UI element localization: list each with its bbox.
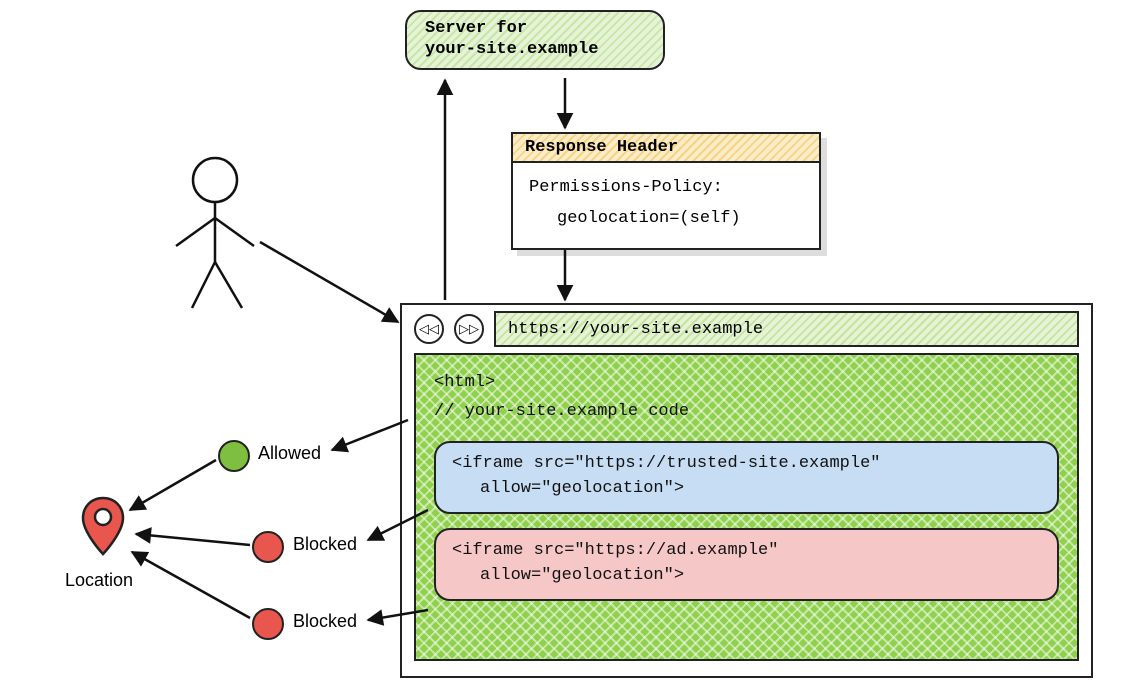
iframe-trusted-line-1: <iframe src="https://trusted-site.exampl… [452, 451, 1041, 477]
iframe-ad-line-2: allow="geolocation"> [452, 563, 1041, 589]
status-label-allowed: Allowed [258, 443, 321, 464]
address-bar-text: https://your-site.example [508, 320, 763, 339]
code-html-open: <html> [434, 369, 1059, 398]
response-header-line-2: geolocation=(self) [529, 204, 803, 235]
response-header-line-1: Permissions-Policy: [529, 173, 803, 204]
status-dot-allowed [218, 440, 250, 472]
browser-window: ◁◁ ▷▷ https://your-site.example <html> /… [400, 303, 1093, 678]
browser-toolbar: ◁◁ ▷▷ https://your-site.example [402, 305, 1091, 353]
forward-button[interactable]: ▷▷ [454, 314, 484, 344]
address-bar[interactable]: https://your-site.example [494, 311, 1079, 347]
iframe-ad-box: <iframe src="https://ad.example" allow="… [434, 528, 1059, 601]
location-pin-icon [80, 496, 126, 556]
back-button[interactable]: ◁◁ [414, 314, 444, 344]
status-label-blocked-1: Blocked [293, 534, 357, 555]
browser-viewport: <html> // your-site.example code <iframe… [414, 353, 1079, 661]
server-box: Server for your-site.example [405, 10, 665, 70]
code-comment: // your-site.example code [434, 398, 1059, 427]
response-header-panel: Response Header Permissions-Policy: geol… [511, 132, 821, 250]
response-header-title: Response Header [513, 134, 819, 163]
server-line-1: Server for [425, 18, 645, 39]
server-line-2: your-site.example [425, 39, 645, 60]
response-header-body: Permissions-Policy: geolocation=(self) [513, 163, 819, 248]
rewind-icon: ◁◁ [419, 321, 439, 337]
user-stick-figure [176, 158, 254, 308]
fastforward-icon: ▷▷ [459, 321, 479, 337]
status-label-blocked-2: Blocked [293, 611, 357, 632]
iframe-trusted-line-2: allow="geolocation"> [452, 476, 1041, 502]
status-dot-blocked-2 [252, 608, 284, 640]
iframe-trusted-box: <iframe src="https://trusted-site.exampl… [434, 441, 1059, 514]
status-dot-blocked-1 [252, 531, 284, 563]
location-label: Location [65, 570, 133, 591]
iframe-ad-line-1: <iframe src="https://ad.example" [452, 538, 1041, 564]
